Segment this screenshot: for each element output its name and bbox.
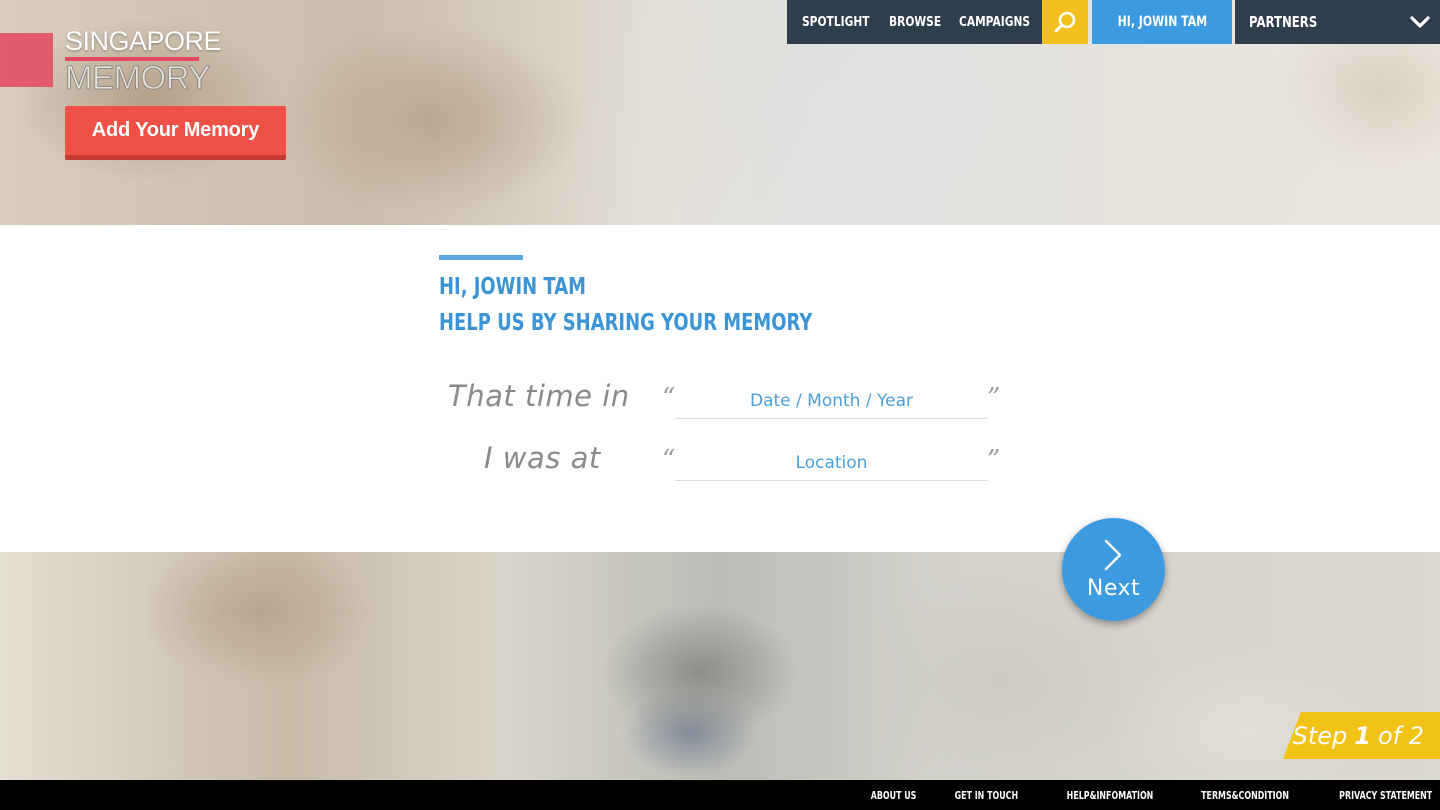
footer-about-us[interactable]: ABOUT US [854,789,917,802]
nav-campaigns-label: CAMPAIGNS [959,15,1031,30]
footer-terms-condition[interactable]: TERMS&CONDITION [1184,789,1289,802]
logo-mark [0,33,53,87]
add-your-memory-button[interactable]: Add Your Memory [65,106,286,160]
primary-nav: SPOTLIGHT BROWSE CAMPAIGNS [787,0,1042,44]
chevron-right-icon [1104,539,1122,571]
footer: ABOUT US GET IN TOUCH HELP&INFOMATION TE… [0,780,1440,810]
partners-label: PARTNERS [1249,13,1318,31]
form-heading: HI, JOWIN TAM HELP US BY SHARING YOUR ME… [439,269,812,341]
time-label: That time in [448,379,630,413]
location-field[interactable] [675,445,988,481]
memory-form-section: HI, JOWIN TAM HELP US BY SHARING YOUR ME… [0,225,1440,552]
next-button[interactable]: Next [1062,518,1165,621]
step-indicator: Step 1 of 2 [1283,712,1440,759]
greeting-title: HI, JOWIN TAM [439,274,586,300]
nav-browse[interactable]: BROWSE [889,13,959,31]
user-account-button[interactable]: HI, JOWIN TAM [1092,0,1232,44]
sharing-subtitle: HELP US BY SHARING YOUR MEMORY [439,310,813,336]
date-close-quote: ” [987,383,1001,413]
nav-campaigns[interactable]: CAMPAIGNS [959,13,1042,31]
partners-dropdown[interactable]: PARTNERS [1235,0,1440,44]
place-label: I was at [484,441,601,475]
nav-spotlight-label: SPOTLIGHT [802,15,870,30]
step-total: 2 [1408,721,1424,750]
nav-browse-label: BROWSE [889,15,942,30]
footer-links: ABOUT US GET IN TOUCH HELP&INFOMATION TE… [839,780,1432,810]
logo-line-memory: MEMORY [65,59,211,96]
nav-spotlight[interactable]: SPOTLIGHT [802,13,889,31]
step-of: of [1377,721,1402,750]
search-icon [1054,11,1076,33]
footer-help-information[interactable]: HELP&INFOMATION [1049,789,1153,802]
logo-line-singapore: SINGAPORE [65,26,222,56]
chevron-down-icon [1410,16,1430,28]
footer-get-in-touch[interactable]: GET IN TOUCH [938,789,1018,802]
top-navigation: SPOTLIGHT BROWSE CAMPAIGNS HI, JOWIN TAM… [787,0,1440,44]
user-greeting: HI, JOWIN TAM [1117,14,1207,30]
date-open-quote: “ [662,383,676,413]
location-open-quote: “ [662,445,676,475]
step-prefix: Step [1292,721,1348,750]
footer-privacy-statement[interactable]: PRIVACY STATEMENT [1322,789,1432,802]
step-current: 1 [1354,721,1371,750]
site-logo[interactable]: SINGAPORE MEMORY [65,26,222,96]
location-close-quote: ” [987,445,1001,475]
hero-background-bottom [0,552,1440,780]
date-field[interactable] [675,383,988,419]
next-label: Next [1086,576,1141,601]
heading-accent-bar [439,255,523,260]
search-button[interactable] [1042,0,1088,44]
